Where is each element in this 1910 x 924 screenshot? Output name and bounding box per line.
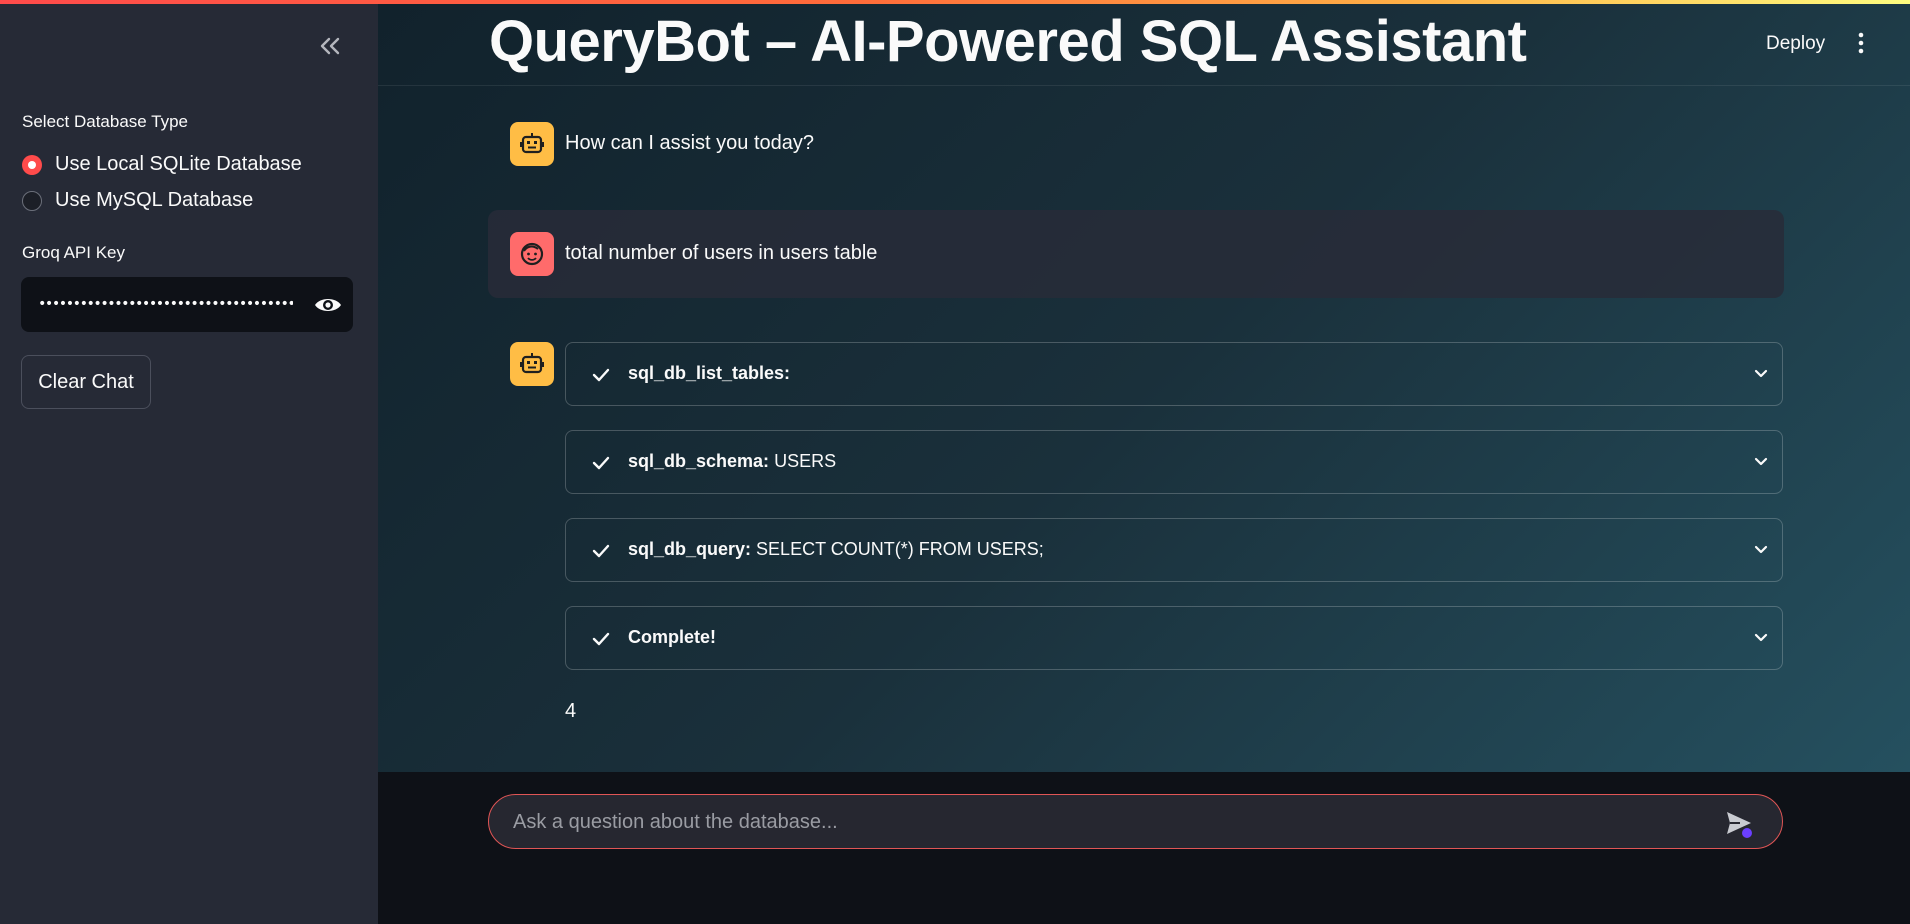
assistant-greeting: How can I assist you today? [565,132,815,154]
step-expander-complete[interactable]: Complete! [565,606,1783,670]
top-decoration-bar [0,0,1910,4]
radio-mysql[interactable]: Use MySQL Database [22,189,253,212]
step-expander-schema[interactable]: sql_db_schema: USERS [565,430,1783,494]
show-password-eye-icon[interactable] [313,292,343,318]
more-options-icon[interactable] [1851,30,1871,56]
check-icon [592,632,610,646]
step-label: sql_db_list_tables: [628,363,791,383]
user-face-icon [520,242,544,266]
chevron-down-icon [1754,545,1768,554]
radio-sqlite-label: Use Local SQLite Database [55,153,302,175]
step-expander-list-tables[interactable]: sql_db_list_tables: [565,342,1783,406]
check-icon [592,456,610,470]
sidebar: Select Database Type Use Local SQLite Da… [0,0,378,924]
deploy-button[interactable]: Deploy [1766,33,1825,55]
step-expander-query[interactable]: sql_db_query: SELECT COUNT(*) FROM USERS… [565,518,1783,582]
chat-input[interactable] [511,805,1695,839]
db-type-label: Select Database Type [22,112,189,131]
clear-chat-button[interactable]: Clear Chat [21,355,151,409]
double-chevron-left-icon [320,37,340,55]
radio-selected-icon [22,154,42,175]
step-label: sql_db_query: SELECT COUNT(*) FROM USERS… [628,539,1044,559]
api-key-input[interactable]: •••••••••••••••••••••••••••••••••••••••• [21,277,353,332]
chevron-down-icon [1754,633,1768,642]
user-message-text: total number of users in users table [565,242,878,264]
radio-mysql-label: Use MySQL Database [55,189,254,211]
user-avatar [510,232,554,276]
chevron-down-icon [1754,457,1768,466]
check-icon [592,368,610,382]
assistant-answer: 4 [565,700,577,722]
assistant-avatar [510,342,554,386]
header-divider [378,85,1910,86]
robot-icon [520,353,544,374]
check-icon [592,544,610,558]
status-dot [1742,828,1752,838]
step-label: sql_db_schema: USERS [628,451,837,471]
step-label: Complete! [628,627,717,647]
collapse-sidebar-button[interactable] [314,30,346,62]
radio-unselected-icon [22,190,42,211]
page-title: QueryBot – AI-Powered SQL Assistant [489,9,1527,74]
assistant-avatar [510,122,554,166]
chat-input-container [488,794,1783,849]
api-key-value: •••••••••••••••••••••••••••••••••••••••• [38,296,293,312]
api-key-label: Groq API Key [22,243,125,262]
radio-sqlite[interactable]: Use Local SQLite Database [22,153,302,176]
chevron-down-icon [1754,369,1768,378]
robot-icon [520,133,544,154]
